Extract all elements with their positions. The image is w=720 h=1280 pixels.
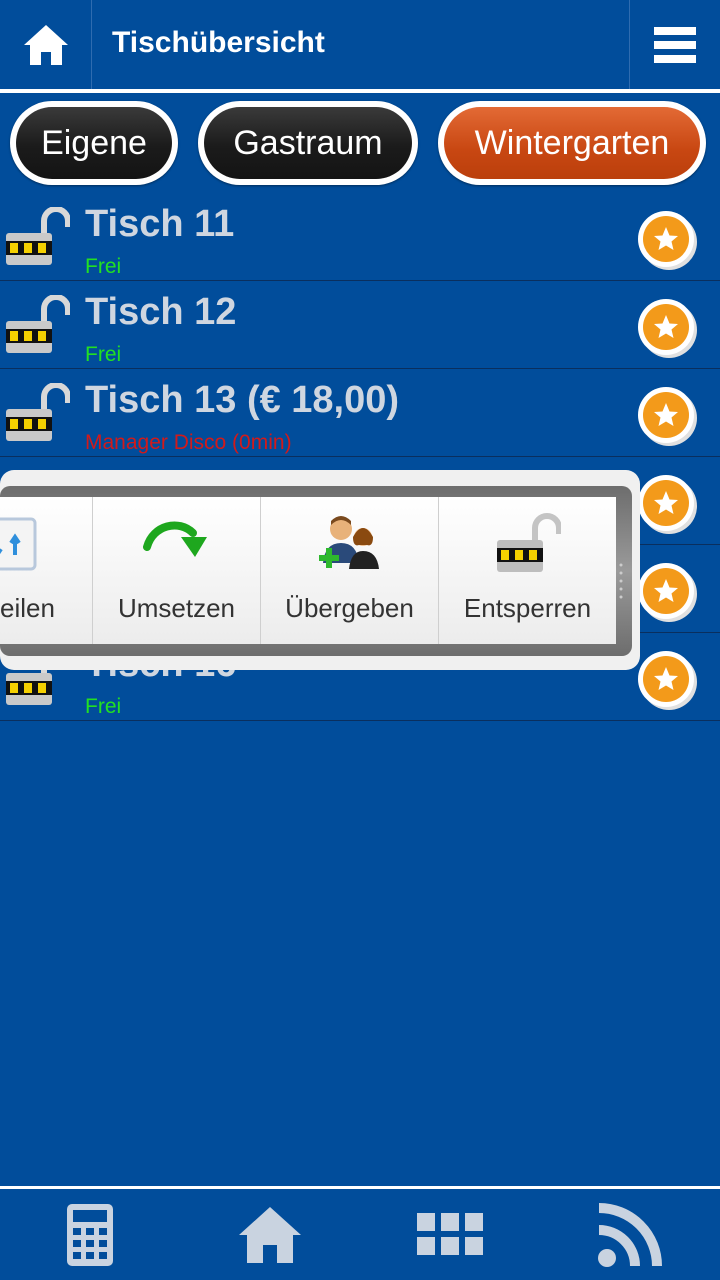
home-icon [239,1206,301,1263]
table-name: Tisch 11 [85,203,235,245]
menu-item-umsetzen[interactable]: Umsetzen [93,497,261,644]
favorite-star-icon[interactable] [636,297,698,359]
unlock-icon [6,295,70,353]
table-status: Manager Disco (0min) [85,431,292,454]
nav-feed[interactable] [540,1189,720,1280]
table-row[interactable]: Tisch 12 Frei [0,281,720,369]
top-bar: Tischübersicht [0,0,720,90]
favorite-star-icon[interactable] [636,385,698,447]
menu-item-entsperren[interactable]: Entsperren [439,497,616,644]
context-menu: eilen Umsetzen Übergeben Entsperren [0,497,616,644]
drag-handle-icon[interactable] [617,557,625,607]
divider [91,0,92,90]
table-status: Frei [85,343,122,366]
room-tabs: Eigene Gastraum Wintergarten [0,101,720,189]
table-name: Tisch 12 [85,291,237,333]
bottom-nav [0,1189,720,1280]
grid-icon [417,1212,483,1255]
menu-item-text: eilen [0,593,55,623]
hamburger-menu-icon [654,27,696,63]
tab-gastraum[interactable]: Gastraum [198,101,418,185]
favorite-star-icon[interactable] [636,561,698,623]
table-row[interactable]: Tisch 13 (€ 18,00) Manager Disco (0min) [0,369,720,457]
nav-grid[interactable] [360,1189,540,1280]
split-icon [0,517,37,571]
menu-item-split[interactable]: eilen [0,497,93,644]
move-arrow-icon [143,521,207,557]
tab-label: Wintergarten [444,107,700,179]
table-row[interactable]: Tisch 11 Frei [0,193,720,281]
favorite-star-icon[interactable] [636,209,698,271]
menu-item-label: Übergeben [285,593,414,623]
nav-home[interactable] [180,1189,360,1280]
calculator-icon [67,1203,113,1266]
transfer-users-icon [319,516,379,569]
menu-item-label: Umsetzen [117,593,236,623]
nav-calculator[interactable] [0,1189,180,1280]
table-status: Frei [85,695,122,718]
divider [0,89,720,93]
unlock-icon [6,383,70,441]
tab-wintergarten[interactable]: Wintergarten [438,101,706,185]
unlock-icon [6,207,70,265]
tab-label: Gastraum [204,107,412,179]
table-name: Tisch 13 (€ 18,00) [85,379,400,421]
table-status: Frei [85,255,122,278]
tab-label: Eigene [16,107,172,179]
home-button[interactable] [0,0,92,90]
menu-button[interactable] [630,0,720,90]
tab-eigene[interactable]: Eigene [10,101,178,185]
home-icon [24,25,68,65]
menu-item-uebergeben[interactable]: Übergeben [261,497,439,644]
rss-icon [598,1202,662,1267]
favorite-star-icon[interactable] [636,473,698,535]
menu-item-label: Entsperren [463,593,592,623]
favorite-star-icon[interactable] [636,649,698,711]
unlock-icon [497,513,561,572]
page-title: Tischübersicht [112,26,325,59]
